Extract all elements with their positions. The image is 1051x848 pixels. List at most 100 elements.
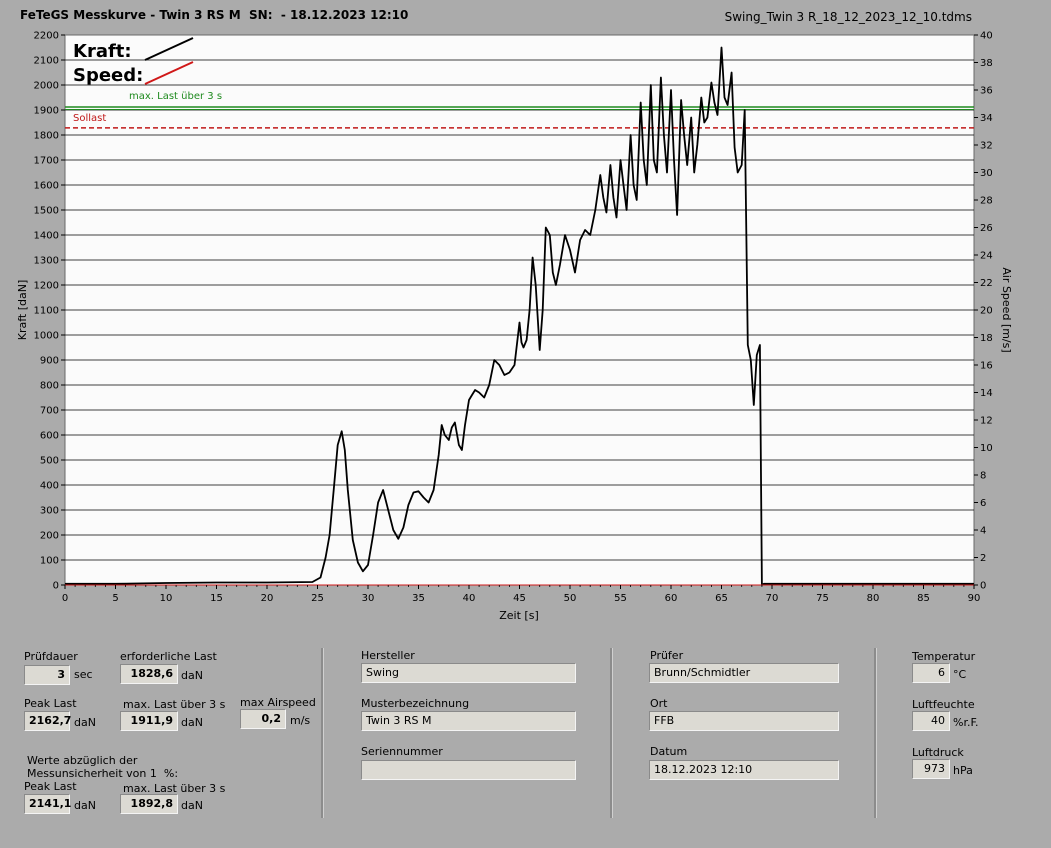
y2-tick-label: 34 — [980, 113, 993, 124]
y-tick-label: 400 — [40, 481, 59, 492]
x-tick-label: 85 — [917, 593, 930, 604]
x-tick-label: 15 — [210, 593, 223, 604]
luftdruck-unit: hPa — [953, 764, 973, 777]
x-tick-label: 0 — [62, 593, 68, 604]
x-tick-label: 90 — [968, 593, 981, 604]
y-tick-label: 500 — [40, 456, 59, 467]
x-tick-label: 60 — [665, 593, 678, 604]
luftdruck-field: 973 — [912, 759, 950, 779]
x-tick-label: 35 — [412, 593, 425, 604]
x-tick-label: 50 — [564, 593, 577, 604]
y-tick-label: 1600 — [34, 181, 59, 192]
y-tick-label: 700 — [40, 406, 59, 417]
max-last-field: 1911,9 — [120, 711, 178, 731]
seriennummer-field — [361, 760, 576, 780]
y2-tick-label: 36 — [980, 86, 993, 97]
y-tick-label: 900 — [40, 356, 59, 367]
y2-tick-label: 8 — [980, 471, 986, 482]
ort-label: Ort — [650, 697, 668, 710]
pruefdauer-unit: sec — [74, 668, 93, 681]
x-tick-label: 80 — [867, 593, 880, 604]
musterbezeichnung-label: Musterbezeichnung — [361, 697, 470, 710]
y2-tick-label: 26 — [980, 223, 993, 234]
y2-tick-label: 10 — [980, 443, 993, 454]
x-tick-label: 5 — [112, 593, 118, 604]
x-tick-label: 55 — [614, 593, 627, 604]
y-tick-label: 1500 — [34, 206, 59, 217]
x-tick-label: 45 — [513, 593, 526, 604]
y-tick-label: 1200 — [34, 281, 59, 292]
y2-tick-label: 16 — [980, 361, 993, 372]
x-tick-label: 30 — [362, 593, 375, 604]
y2-tick-label: 18 — [980, 333, 993, 344]
luftfeuchte-field: 40 — [912, 711, 950, 731]
sollast-label: Sollast — [73, 113, 106, 124]
y2-axis-label: Air Speed [m/s] — [1000, 267, 1013, 352]
pruefer-field: Brunn/Schmidtler — [649, 663, 839, 683]
x-tick-label: 20 — [261, 593, 274, 604]
legend-speed-label: Speed: — [73, 65, 143, 86]
y2-tick-label: 14 — [980, 388, 993, 399]
musterbezeichnung-field: Twin 3 RS M — [361, 711, 576, 731]
peak-last2-unit: daN — [74, 799, 96, 812]
force-chart: 0 5 10 15 20 25 30 35 40 45 50 55 60 65 70 75 80 85 90 010… — [16, 31, 1013, 623]
y-tick-label: 1400 — [34, 231, 59, 242]
max-last2-field: 1892,8 — [120, 794, 178, 814]
pruefer-label: Prüfer — [650, 649, 684, 662]
datum-label: Datum — [650, 745, 688, 758]
luftfeuchte-unit: %r.F. — [953, 716, 979, 729]
x-axis-label: Zeit [s] — [499, 609, 538, 622]
y-tick-label: 0 — [53, 581, 59, 592]
y2-tick-label: 30 — [980, 168, 993, 179]
luftfeuchte-label: Luftfeuchte — [912, 698, 975, 711]
y-tick-label: 1000 — [34, 331, 59, 342]
temperatur-unit: °C — [953, 668, 967, 681]
grid-lines — [65, 59, 974, 561]
werte-note: Werte abzüglich der Messunsicherheit von… — [27, 754, 179, 780]
max-airspeed-field: 0,2 — [240, 709, 286, 729]
y-tick-label: 2000 — [34, 81, 59, 92]
y2-tick-label: 2 — [980, 553, 986, 564]
y-tick-label: 2100 — [34, 56, 59, 67]
y-axis: 0 100 200 300 400 500 600 700 800 900 1000 1100 1200… — [34, 31, 65, 592]
max-last-label-panel: max. Last über 3 s — [123, 698, 226, 711]
erforderliche-last-label: erforderliche Last — [120, 650, 217, 663]
y-tick-label: 1300 — [34, 256, 59, 267]
x-tick-label: 65 — [715, 593, 728, 604]
hersteller-field: Swing — [361, 663, 576, 683]
ort-field: FFB — [649, 711, 839, 731]
x-tick-label: 40 — [463, 593, 476, 604]
y-tick-label: 200 — [40, 531, 59, 542]
y2-axis: 0246810121416182022242628303234363840 — [974, 31, 993, 592]
y2-tick-label: 4 — [980, 526, 986, 537]
x-axis: 0 5 10 15 20 25 30 35 40 45 50 55 60 65 70 75 80 85 90 — [62, 585, 981, 604]
y2-tick-label: 0 — [980, 581, 986, 592]
y2-tick-label: 38 — [980, 58, 993, 69]
x-tick-label: 75 — [816, 593, 829, 604]
y2-tick-label: 28 — [980, 196, 993, 207]
max-last2-unit: daN — [181, 799, 203, 812]
y-tick-label: 100 — [40, 556, 59, 567]
x-tick-label: 10 — [160, 593, 173, 604]
pruefdauer-field: 3 — [24, 665, 70, 685]
max-airspeed-label: max Airspeed — [240, 696, 316, 709]
x-tick-label: 25 — [311, 593, 324, 604]
peak-last-unit: daN — [74, 716, 96, 729]
y2-tick-label: 6 — [980, 498, 986, 509]
y-axis-label: Kraft [daN] — [16, 280, 29, 341]
erforderliche-last-unit: daN — [181, 669, 203, 682]
hersteller-label: Hersteller — [361, 649, 415, 662]
peak-last-label: Peak Last — [24, 697, 77, 710]
peak-last-field: 2162,7 — [24, 711, 71, 731]
pruefdauer-label: Prüfdauer — [24, 650, 78, 663]
peak-last2-field: 2141,1 — [24, 794, 71, 814]
y2-tick-label: 20 — [980, 306, 993, 317]
legend-kraft-label: Kraft: — [73, 41, 132, 62]
y-tick-label: 300 — [40, 506, 59, 517]
y-tick-label: 1800 — [34, 131, 59, 142]
y2-tick-label: 22 — [980, 278, 993, 289]
y-tick-label: 800 — [40, 381, 59, 392]
max-airspeed-unit: m/s — [290, 714, 311, 727]
panel-separator-1 — [321, 648, 324, 818]
temperatur-field: 6 — [912, 663, 950, 683]
